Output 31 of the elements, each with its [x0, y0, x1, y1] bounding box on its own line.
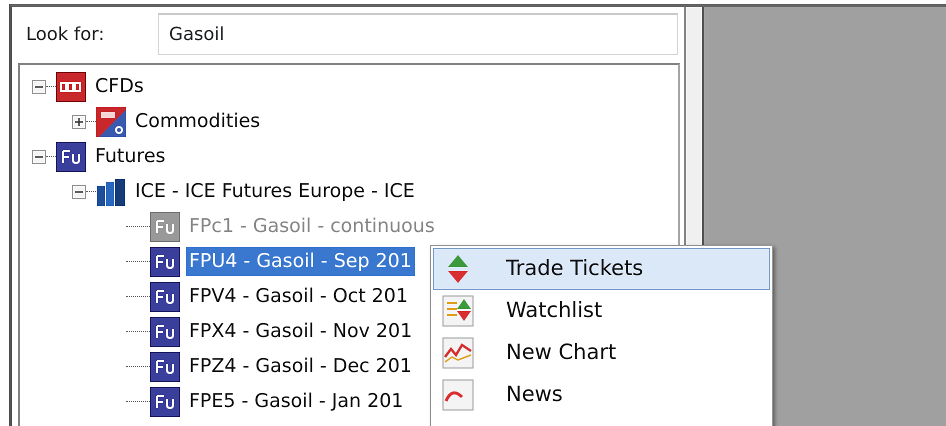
buildings-icon [96, 176, 126, 206]
expand-icon[interactable] [72, 114, 86, 128]
cfd-icon [56, 72, 86, 102]
tree-item[interactable]: FPV4 - Gasoil - Oct 201 [186, 282, 411, 311]
cfd-commodity-icon [96, 106, 126, 136]
tree-item[interactable]: FPZ4 - Gasoil - Dec 201 [186, 352, 415, 381]
futures-icon [150, 246, 180, 276]
collapse-icon[interactable] [32, 150, 46, 164]
futures-icon [150, 282, 180, 312]
collapse-icon[interactable] [32, 80, 46, 94]
tree-item[interactable]: CFDs [92, 72, 147, 101]
tree-item[interactable]: FPX4 - Gasoil - Nov 201 [186, 317, 416, 346]
futures-icon [150, 316, 180, 346]
news-icon [440, 377, 476, 413]
line-chart-icon [440, 335, 476, 371]
tree-item[interactable]: FPE5 - Gasoil - Jan 201 [186, 387, 406, 416]
menu-item[interactable]: News [433, 374, 770, 416]
search-label: Look for: [26, 22, 106, 46]
futures-icon [56, 142, 86, 172]
tree-item[interactable]: FPU4 - Gasoil - Sep 201 [186, 247, 415, 276]
collapse-icon[interactable] [72, 184, 86, 198]
menu-item[interactable]: Trade Tickets [433, 248, 770, 290]
search-field[interactable]: Gasoil [158, 13, 678, 55]
list-arrows-icon [440, 293, 476, 329]
tree-item[interactable]: ICE - ICE Futures Europe - ICE [132, 177, 418, 206]
menu-item[interactable]: New Chart [433, 332, 770, 374]
tree-item[interactable]: Commodities [132, 107, 264, 136]
futures-icon [150, 386, 180, 416]
tree-item[interactable]: Futures [92, 142, 168, 171]
menu-item[interactable]: Watchlist [433, 290, 770, 332]
futures-icon [150, 352, 180, 382]
